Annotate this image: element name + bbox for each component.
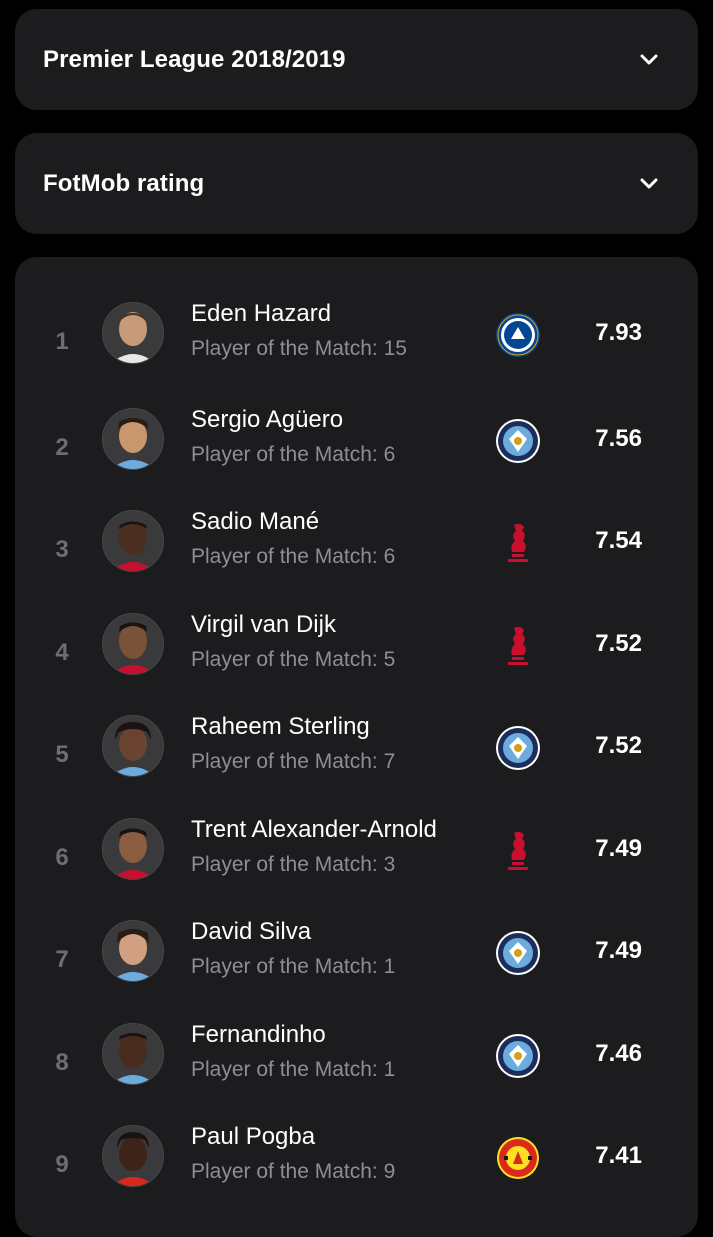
player-of-the-match-count: Player of the Match: 9 xyxy=(191,1160,396,1183)
player-name: David Silva xyxy=(191,918,312,945)
player-avatar xyxy=(102,818,164,880)
rank-number: 8 xyxy=(55,1049,69,1076)
liverpool-crest-icon xyxy=(494,622,542,670)
man-united-crest-icon xyxy=(494,1134,542,1182)
liverpool-crest-icon xyxy=(494,519,542,567)
player-row[interactable]: 1 Eden Hazard Player of the Match: 15 7.… xyxy=(15,294,698,396)
rank-number: 5 xyxy=(55,741,69,768)
player-name: Sadio Mané xyxy=(191,508,320,535)
chevron-down-icon xyxy=(640,54,658,66)
player-of-the-match-count: Player of the Match: 1 xyxy=(191,955,396,978)
player-rating: 7.49 xyxy=(595,835,642,862)
player-name: Sergio Agüero xyxy=(191,406,344,433)
rank-number: 6 xyxy=(55,844,69,871)
player-of-the-match-count: Player of the Match: 7 xyxy=(191,750,396,773)
player-row[interactable]: 4 Virgil van Dijk Player of the Match: 5… xyxy=(15,605,698,707)
player-avatar xyxy=(102,302,164,364)
player-name: Fernandinho xyxy=(191,1021,326,1048)
player-ranking-list: 1 Eden Hazard Player of the Match: 15 7.… xyxy=(15,257,698,1237)
player-rating: 7.49 xyxy=(595,937,642,964)
player-avatar xyxy=(102,613,164,675)
rank-number: 9 xyxy=(55,1151,69,1178)
player-avatar xyxy=(102,715,164,777)
season-dropdown[interactable]: Premier League 2018/2019 xyxy=(15,9,698,110)
season-dropdown-label: Premier League 2018/2019 xyxy=(43,45,346,73)
liverpool-crest-icon xyxy=(494,827,542,875)
player-row[interactable]: 7 David Silva Player of the Match: 1 7.4… xyxy=(15,912,698,1014)
player-rating: 7.46 xyxy=(595,1040,642,1067)
player-of-the-match-count: Player of the Match: 5 xyxy=(191,648,396,671)
man-city-crest-icon xyxy=(494,929,542,977)
player-name: Eden Hazard xyxy=(191,300,332,327)
player-of-the-match-count: Player of the Match: 6 xyxy=(191,443,396,466)
player-name: Paul Pogba xyxy=(191,1123,316,1150)
rank-number: 4 xyxy=(55,639,69,666)
rank-number: 3 xyxy=(55,536,69,563)
player-row[interactable]: 2 Sergio Agüero Player of the Match: 6 7… xyxy=(15,400,698,502)
player-rating: 7.52 xyxy=(595,630,642,657)
man-city-crest-icon xyxy=(494,417,542,465)
rank-number: 1 xyxy=(55,328,69,355)
chevron-down-icon xyxy=(640,178,658,190)
chelsea-crest-icon xyxy=(494,311,542,359)
stat-dropdown-label: FotMob rating xyxy=(43,169,205,197)
player-row[interactable]: 3 Sadio Mané Player of the Match: 6 7.54 xyxy=(15,502,698,604)
player-name: Trent Alexander-Arnold xyxy=(191,816,437,843)
player-row[interactable]: 9 Paul Pogba Player of the Match: 9 7.41 xyxy=(15,1117,698,1219)
stat-dropdown[interactable]: FotMob rating xyxy=(15,133,698,234)
player-name: Virgil van Dijk xyxy=(191,611,336,638)
player-rating: 7.41 xyxy=(595,1142,642,1169)
player-rating: 7.54 xyxy=(595,527,642,554)
player-row[interactable]: 8 Fernandinho Player of the Match: 1 7.4… xyxy=(15,1015,698,1117)
player-row[interactable]: 6 Trent Alexander-Arnold Player of the M… xyxy=(15,810,698,912)
player-rating: 7.56 xyxy=(595,425,642,452)
player-name: Raheem Sterling xyxy=(191,713,370,740)
player-avatar xyxy=(102,1023,164,1085)
player-avatar xyxy=(102,1125,164,1187)
player-avatar xyxy=(102,510,164,572)
man-city-crest-icon xyxy=(494,724,542,772)
player-rating: 7.52 xyxy=(595,732,642,759)
player-of-the-match-count: Player of the Match: 6 xyxy=(191,545,396,568)
player-of-the-match-count: Player of the Match: 15 xyxy=(191,337,407,360)
player-of-the-match-count: Player of the Match: 1 xyxy=(191,1058,396,1081)
rank-number: 7 xyxy=(55,946,69,973)
man-city-crest-icon xyxy=(494,1032,542,1080)
player-avatar xyxy=(102,920,164,982)
player-row[interactable]: 5 Raheem Sterling Player of the Match: 7… xyxy=(15,707,698,809)
rank-number: 2 xyxy=(55,434,69,461)
player-of-the-match-count: Player of the Match: 3 xyxy=(191,853,396,876)
player-avatar xyxy=(102,408,164,470)
player-rating: 7.93 xyxy=(595,319,642,346)
